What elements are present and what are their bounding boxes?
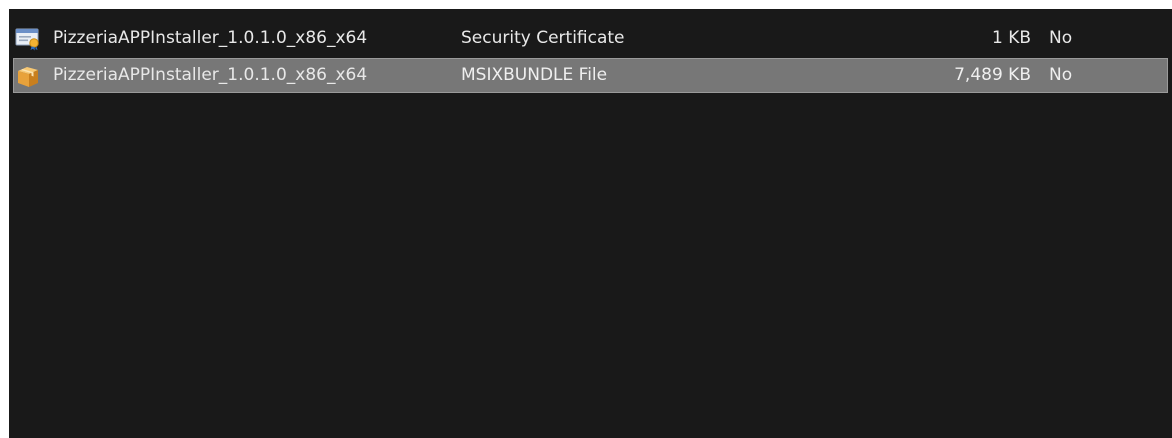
file-row-msixbundle[interactable]: PizzeriaAPPInstaller_1.0.1.0_x86_x64 MSI…	[13, 58, 1168, 93]
file-name: PizzeriaAPPInstaller_1.0.1.0_x86_x64	[53, 28, 368, 48]
file-name: PizzeriaAPPInstaller_1.0.1.0_x86_x64	[53, 65, 368, 85]
package-box-icon	[18, 67, 38, 87]
security-certificate-icon	[15, 28, 39, 51]
file-row-certificate[interactable]: PizzeriaAPPInstaller_1.0.1.0_x86_x64 Sec…	[13, 21, 1168, 56]
top-strip	[0, 0, 1172, 9]
file-flag: No	[1049, 65, 1073, 85]
file-flag: No	[1049, 28, 1073, 48]
file-list[interactable]: PizzeriaAPPInstaller_1.0.1.0_x86_x64 Sec…	[9, 9, 1172, 438]
file-type: MSIXBUNDLE File	[461, 65, 608, 85]
file-size: 7,489 KB	[954, 65, 1031, 85]
file-size: 1 KB	[991, 28, 1031, 48]
file-type: Security Certificate	[461, 28, 625, 48]
window-border	[0, 9, 9, 438]
